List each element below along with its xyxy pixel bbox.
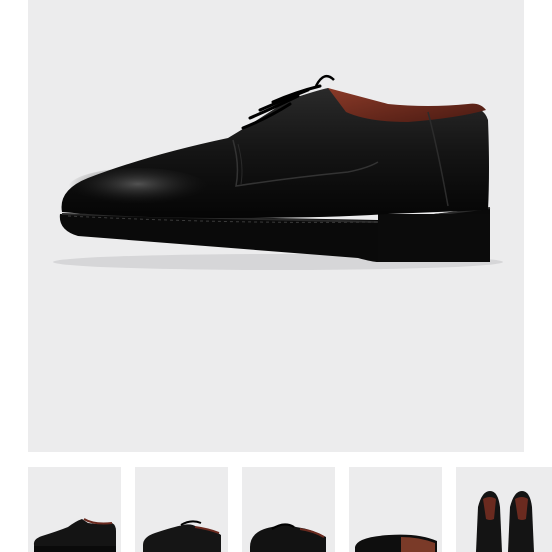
thumbnail-strip: [28, 467, 552, 552]
thumbnail-side-view[interactable]: [28, 467, 121, 552]
thumbnail-pair-view[interactable]: [456, 467, 552, 552]
main-product-image[interactable]: [28, 0, 524, 452]
thumbnail-top-view[interactable]: [242, 467, 335, 552]
thumbnail-front-view[interactable]: [135, 467, 228, 552]
thumbnail-sole-view[interactable]: [349, 467, 442, 552]
product-gallery: [0, 0, 552, 552]
